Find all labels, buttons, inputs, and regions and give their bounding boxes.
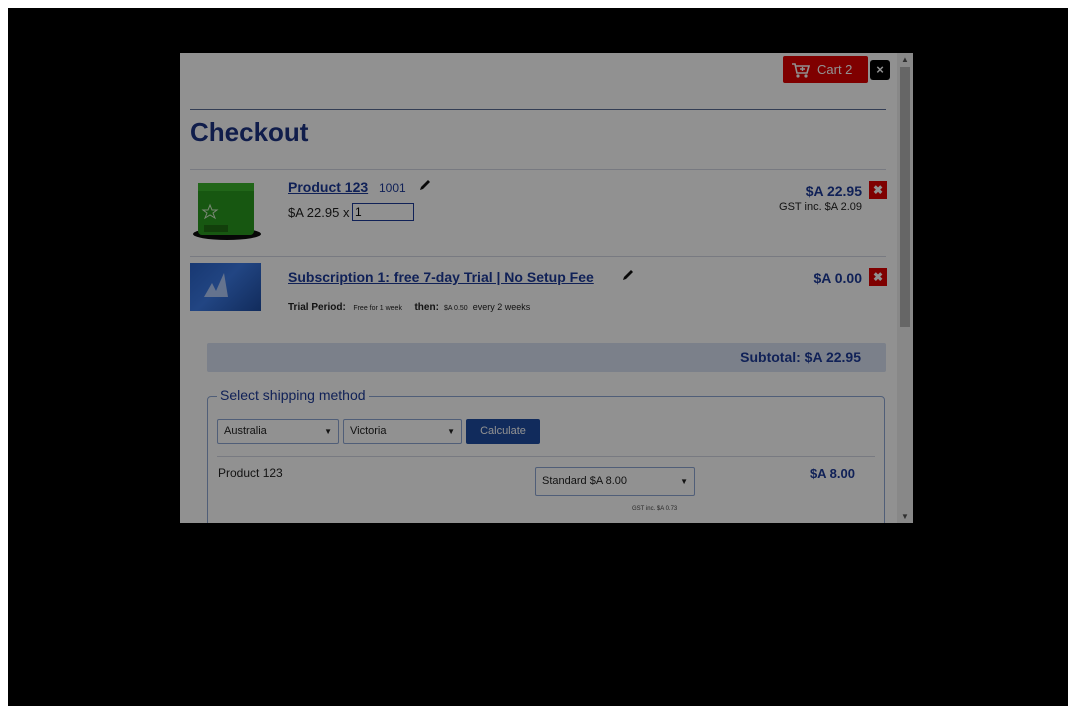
cart-button[interactable]: Cart 2 bbox=[783, 56, 868, 83]
close-icon[interactable]: × bbox=[870, 60, 890, 80]
scroll-down-icon[interactable]: ▼ bbox=[901, 512, 909, 521]
quantity-field[interactable] bbox=[352, 203, 414, 221]
shipping-price: $A 8.00 bbox=[809, 466, 855, 481]
unit-price: $A 22.95 x bbox=[288, 205, 350, 220]
chevron-down-icon: ▼ bbox=[680, 477, 688, 486]
chevron-down-icon: ▼ bbox=[447, 427, 455, 436]
subscription-total: $A 0.00 bbox=[813, 270, 862, 286]
state-select[interactable]: Victoria ▼ bbox=[343, 419, 462, 444]
then-label: then: bbox=[414, 302, 439, 313]
pencil-icon[interactable] bbox=[418, 179, 431, 197]
checkout-modal: Cart 2 × Checkout Product 123 1001 $A 22… bbox=[180, 53, 913, 523]
remove-icon: ✖ bbox=[872, 270, 884, 284]
shipping-fieldset bbox=[207, 396, 885, 523]
item-total: $A 22.95 bbox=[805, 183, 862, 199]
subscription-name-link[interactable]: Subscription 1: free 7-day Trial | No Se… bbox=[288, 269, 594, 285]
shipping-method-select[interactable]: Standard $A 8.00 ▼ bbox=[535, 467, 695, 496]
subtotal-bar: Subtotal: $A 22.95 bbox=[207, 343, 886, 372]
subscription-thumbnail[interactable] bbox=[190, 263, 261, 311]
product-name-link[interactable]: Product 123 bbox=[288, 179, 368, 195]
divider bbox=[190, 256, 886, 257]
shipping-legend: Select shipping method bbox=[217, 387, 369, 403]
product-thumbnail[interactable] bbox=[192, 179, 262, 243]
scroll-up-icon[interactable]: ▲ bbox=[901, 55, 909, 64]
country-select[interactable]: Australia ▼ bbox=[217, 419, 339, 444]
scroll-thumb[interactable] bbox=[900, 67, 910, 327]
header-divider bbox=[190, 109, 886, 110]
remove-subscription-button[interactable]: ✖ bbox=[869, 268, 887, 286]
divider bbox=[217, 456, 875, 457]
shipping-method-value: Standard $A 8.00 bbox=[542, 475, 628, 487]
then-price: $A 0.50 bbox=[443, 305, 468, 312]
product-code: 1001 bbox=[379, 181, 406, 195]
trial-label: Trial Period: bbox=[288, 302, 346, 313]
subtotal-value: Subtotal: $A 22.95 bbox=[740, 349, 861, 365]
page-title: Checkout bbox=[190, 117, 309, 147]
cart-label: Cart 2 bbox=[817, 62, 853, 77]
remove-item-button[interactable]: ✖ bbox=[869, 181, 887, 199]
chevron-down-icon: ▼ bbox=[324, 427, 332, 436]
subscription-details: Trial Period: Free for 1 week then: $A 0… bbox=[288, 302, 530, 313]
item-gst: GST inc. $A 2.09 bbox=[779, 201, 862, 213]
cart-icon bbox=[791, 61, 811, 88]
overlay-background[interactable]: Cart 2 × Checkout Product 123 1001 $A 22… bbox=[8, 8, 1068, 706]
remove-icon: ✖ bbox=[872, 183, 884, 197]
scrollbar[interactable]: ▲ ▼ bbox=[897, 53, 913, 523]
shipping-gst: GST inc. $A 0.73 bbox=[632, 506, 678, 512]
shipping-product: Product 123 bbox=[218, 466, 283, 480]
state-value: Victoria bbox=[350, 425, 387, 437]
then-frequency: every 2 weeks bbox=[472, 302, 531, 312]
calculate-button[interactable]: Calculate bbox=[466, 419, 540, 444]
country-value: Australia bbox=[224, 425, 267, 437]
divider bbox=[190, 169, 886, 170]
trial-value: Free for 1 week bbox=[353, 305, 402, 312]
pencil-icon[interactable] bbox=[621, 269, 634, 287]
